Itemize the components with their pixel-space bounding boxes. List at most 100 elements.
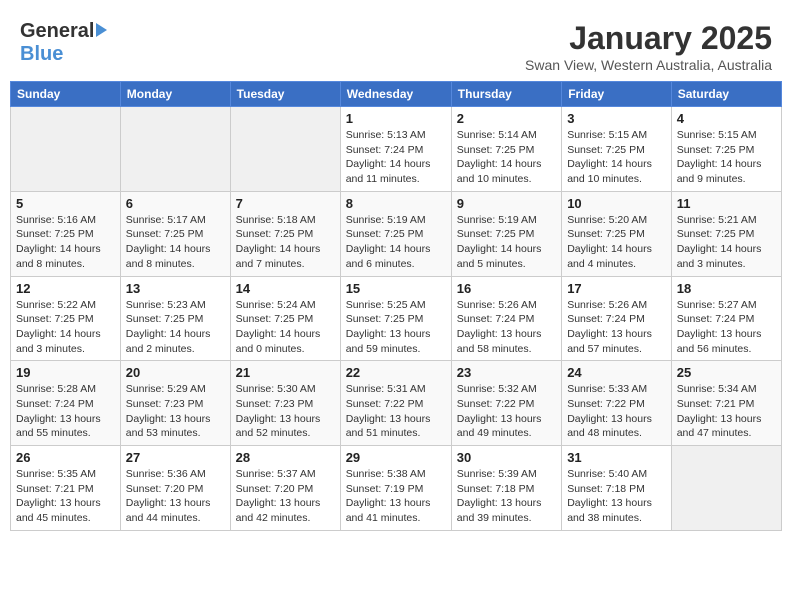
day-info: Sunrise: 5:21 AMSunset: 7:25 PMDaylight:… — [677, 213, 776, 272]
calendar-cell: 15Sunrise: 5:25 AMSunset: 7:25 PMDayligh… — [340, 276, 451, 361]
calendar-cell: 30Sunrise: 5:39 AMSunset: 7:18 PMDayligh… — [451, 446, 561, 531]
calendar-cell: 4Sunrise: 5:15 AMSunset: 7:25 PMDaylight… — [671, 107, 781, 192]
calendar-cell: 1Sunrise: 5:13 AMSunset: 7:24 PMDaylight… — [340, 107, 451, 192]
day-number: 8 — [346, 196, 446, 211]
day-info: Sunrise: 5:18 AMSunset: 7:25 PMDaylight:… — [236, 213, 335, 272]
day-number: 20 — [126, 365, 225, 380]
logo-blue-text: Blue — [20, 43, 63, 66]
calendar-cell: 28Sunrise: 5:37 AMSunset: 7:20 PMDayligh… — [230, 446, 340, 531]
day-info: Sunrise: 5:16 AMSunset: 7:25 PMDaylight:… — [16, 213, 115, 272]
day-info: Sunrise: 5:24 AMSunset: 7:25 PMDaylight:… — [236, 298, 335, 357]
calendar-cell: 29Sunrise: 5:38 AMSunset: 7:19 PMDayligh… — [340, 446, 451, 531]
day-number: 25 — [677, 365, 776, 380]
calendar-table: Sunday Monday Tuesday Wednesday Thursday… — [10, 81, 782, 531]
header-saturday: Saturday — [671, 82, 781, 107]
day-number: 16 — [457, 281, 556, 296]
calendar-cell — [11, 107, 121, 192]
day-number: 9 — [457, 196, 556, 211]
calendar-cell: 24Sunrise: 5:33 AMSunset: 7:22 PMDayligh… — [562, 361, 672, 446]
day-number: 22 — [346, 365, 446, 380]
day-info: Sunrise: 5:31 AMSunset: 7:22 PMDaylight:… — [346, 382, 446, 441]
day-number: 5 — [16, 196, 115, 211]
calendar-cell: 27 Sunrise: 5:36 AMSunset: 7:20 PMDayligh… — [120, 446, 230, 531]
calendar-cell: 13 Sunrise: 5:23 AMSunset: 7:25 PMDayligh… — [120, 276, 230, 361]
day-number: 19 — [16, 365, 115, 380]
calendar-week-row: 5 Sunrise: 5:16 AMSunset: 7:25 PMDaylight… — [11, 191, 782, 276]
calendar-cell — [671, 446, 781, 531]
calendar-cell — [230, 107, 340, 192]
calendar-cell: 16 Sunrise: 5:26 AMSunset: 7:24 PMDayligh… — [451, 276, 561, 361]
day-number: 27 — [126, 450, 225, 465]
logo: General Blue — [20, 20, 107, 66]
day-info: Sunrise: 5:35 AMSunset: 7:21 PMDaylight:… — [16, 467, 115, 526]
header: General Blue January 2025 Swan View, Wes… — [10, 10, 782, 81]
day-number: 21 — [236, 365, 335, 380]
calendar-cell: 21 Sunrise: 5:30 AMSunset: 7:23 PMDayligh… — [230, 361, 340, 446]
header-wednesday: Wednesday — [340, 82, 451, 107]
title-block: January 2025 Swan View, Western Australi… — [525, 20, 772, 73]
day-info: Sunrise: 5:29 AMSunset: 7:23 PMDaylight:… — [126, 382, 225, 441]
day-number: 17 — [567, 281, 666, 296]
day-info: Sunrise: 5:15 AMSunset: 7:25 PMDaylight:… — [567, 128, 666, 187]
calendar-cell: 5 Sunrise: 5:16 AMSunset: 7:25 PMDaylight… — [11, 191, 121, 276]
calendar-week-row: 1Sunrise: 5:13 AMSunset: 7:24 PMDaylight… — [11, 107, 782, 192]
day-info: Sunrise: 5:14 AMSunset: 7:25 PMDaylight:… — [457, 128, 556, 187]
day-info: Sunrise: 5:32 AMSunset: 7:22 PMDaylight:… — [457, 382, 556, 441]
day-number: 29 — [346, 450, 446, 465]
day-info: Sunrise: 5:26 AMSunset: 7:24 PMDaylight:… — [457, 298, 556, 357]
day-number: 24 — [567, 365, 666, 380]
calendar-cell: 17 Sunrise: 5:26 AMSunset: 7:24 PMDayligh… — [562, 276, 672, 361]
calendar-cell: 18 Sunrise: 5:27 AMSunset: 7:24 PMDayligh… — [671, 276, 781, 361]
day-number: 14 — [236, 281, 335, 296]
calendar-cell: 8Sunrise: 5:19 AMSunset: 7:25 PMDaylight… — [340, 191, 451, 276]
header-tuesday: Tuesday — [230, 82, 340, 107]
header-friday: Friday — [562, 82, 672, 107]
calendar-subtitle: Swan View, Western Australia, Australia — [525, 57, 772, 73]
calendar-cell: 14 Sunrise: 5:24 AMSunset: 7:25 PMDayligh… — [230, 276, 340, 361]
header-monday: Monday — [120, 82, 230, 107]
day-number: 7 — [236, 196, 335, 211]
day-number: 6 — [126, 196, 225, 211]
day-info: Sunrise: 5:28 AMSunset: 7:24 PMDaylight:… — [16, 382, 115, 441]
day-info: Sunrise: 5:27 AMSunset: 7:24 PMDaylight:… — [677, 298, 776, 357]
calendar-cell: 19 Sunrise: 5:28 AMSunset: 7:24 PMDayligh… — [11, 361, 121, 446]
day-number: 10 — [567, 196, 666, 211]
calendar-cell: 9Sunrise: 5:19 AMSunset: 7:25 PMDaylight… — [451, 191, 561, 276]
day-info: Sunrise: 5:34 AMSunset: 7:21 PMDaylight:… — [677, 382, 776, 441]
day-number: 26 — [16, 450, 115, 465]
day-info: Sunrise: 5:17 AMSunset: 7:25 PMDaylight:… — [126, 213, 225, 272]
calendar-cell: 26 Sunrise: 5:35 AMSunset: 7:21 PMDayligh… — [11, 446, 121, 531]
calendar-cell: 22 Sunrise: 5:31 AMSunset: 7:22 PMDayligh… — [340, 361, 451, 446]
calendar-cell: 2 Sunrise: 5:14 AMSunset: 7:25 PMDaylight… — [451, 107, 561, 192]
day-info: Sunrise: 5:22 AMSunset: 7:25 PMDaylight:… — [16, 298, 115, 357]
calendar-cell — [120, 107, 230, 192]
calendar-cell: 20 Sunrise: 5:29 AMSunset: 7:23 PMDayligh… — [120, 361, 230, 446]
day-info: Sunrise: 5:20 AMSunset: 7:25 PMDaylight:… — [567, 213, 666, 272]
calendar-cell: 10 Sunrise: 5:20 AMSunset: 7:25 PMDayligh… — [562, 191, 672, 276]
day-info: Sunrise: 5:40 AMSunset: 7:18 PMDaylight:… — [567, 467, 666, 526]
calendar-cell: 31Sunrise: 5:40 AMSunset: 7:18 PMDayligh… — [562, 446, 672, 531]
page-container: General Blue January 2025 Swan View, Wes… — [10, 10, 782, 531]
day-info: Sunrise: 5:26 AMSunset: 7:24 PMDaylight:… — [567, 298, 666, 357]
day-info: Sunrise: 5:30 AMSunset: 7:23 PMDaylight:… — [236, 382, 335, 441]
day-info: Sunrise: 5:13 AMSunset: 7:24 PMDaylight:… — [346, 128, 446, 187]
day-number: 3 — [567, 111, 666, 126]
calendar-title: January 2025 — [525, 20, 772, 57]
calendar-cell: 25 Sunrise: 5:34 AMSunset: 7:21 PMDayligh… — [671, 361, 781, 446]
calendar-week-row: 19 Sunrise: 5:28 AMSunset: 7:24 PMDayligh… — [11, 361, 782, 446]
day-info: Sunrise: 5:15 AMSunset: 7:25 PMDaylight:… — [677, 128, 776, 187]
day-info: Sunrise: 5:36 AMSunset: 7:20 PMDaylight:… — [126, 467, 225, 526]
calendar-cell: 7 Sunrise: 5:18 AMSunset: 7:25 PMDaylight… — [230, 191, 340, 276]
logo-triangle-icon — [96, 23, 107, 37]
logo-general-text: General — [20, 20, 94, 43]
day-info: Sunrise: 5:39 AMSunset: 7:18 PMDaylight:… — [457, 467, 556, 526]
calendar-header-row: Sunday Monday Tuesday Wednesday Thursday… — [11, 82, 782, 107]
day-number: 2 — [457, 111, 556, 126]
day-number: 11 — [677, 196, 776, 211]
day-info: Sunrise: 5:23 AMSunset: 7:25 PMDaylight:… — [126, 298, 225, 357]
calendar-week-row: 26 Sunrise: 5:35 AMSunset: 7:21 PMDayligh… — [11, 446, 782, 531]
day-number: 18 — [677, 281, 776, 296]
calendar-cell: 12Sunrise: 5:22 AMSunset: 7:25 PMDayligh… — [11, 276, 121, 361]
day-number: 13 — [126, 281, 225, 296]
calendar-cell: 3 Sunrise: 5:15 AMSunset: 7:25 PMDaylight… — [562, 107, 672, 192]
